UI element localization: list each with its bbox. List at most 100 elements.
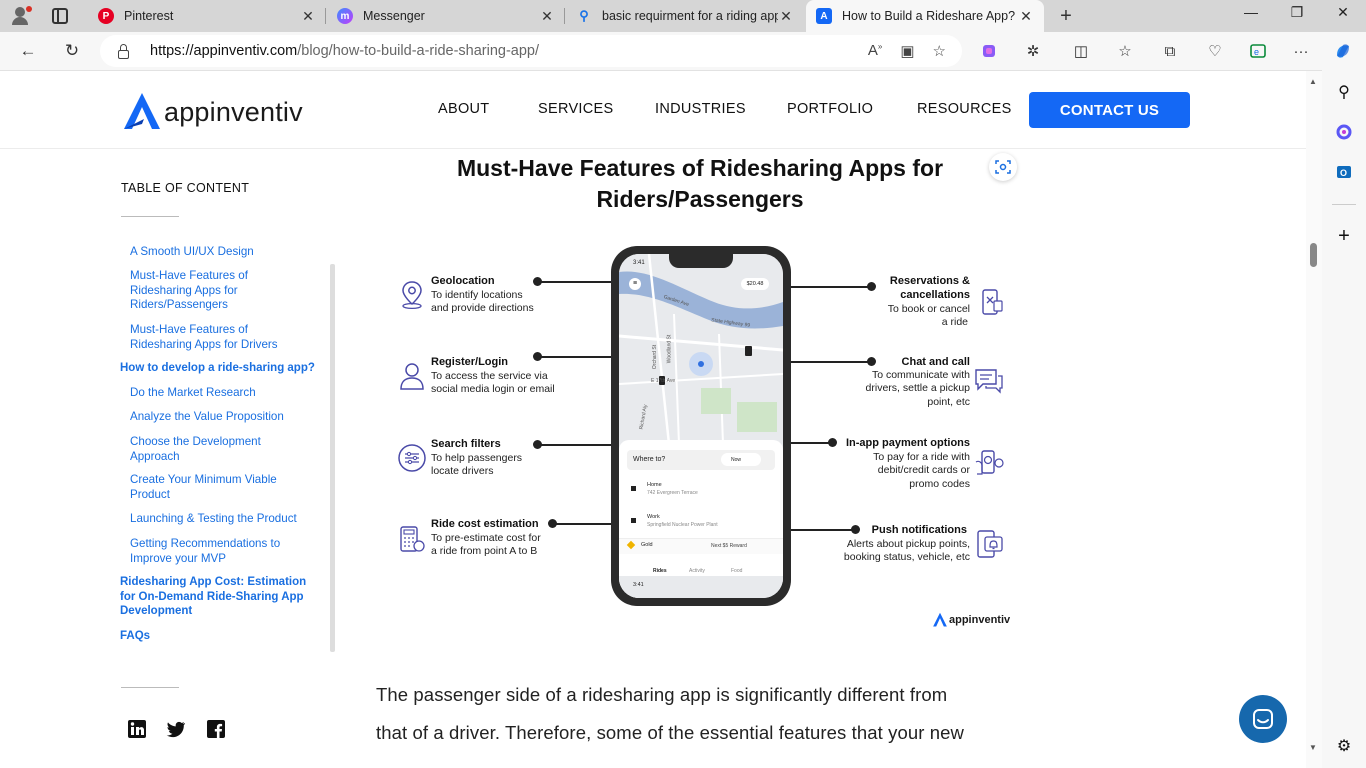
favorites-icon[interactable]: ☆ (1115, 41, 1135, 61)
add-sidebar-app-icon[interactable]: + (1334, 225, 1354, 247)
search-icon[interactable]: ⚲ (1334, 82, 1354, 102)
toc-link[interactable]: Analyze the Value Proposition (130, 410, 320, 425)
work-label: Work (647, 514, 660, 520)
outlook-sidebar-icon[interactable]: e (1248, 41, 1268, 61)
user-icon (400, 363, 424, 390)
immersive-reader-icon[interactable]: ▣ (900, 42, 914, 60)
outlook-icon[interactable]: O (1334, 162, 1354, 182)
nav-portfolio[interactable]: PORTFOLIO (787, 101, 873, 117)
chat-widget-button[interactable] (1239, 695, 1287, 743)
feature-desc: To book or cancel (887, 303, 970, 315)
nav-industries[interactable]: INDUSTRIES (655, 101, 746, 117)
feature-desc: and provide directions (431, 302, 534, 314)
sidebar-settings-icon[interactable]: ⚙ (1334, 736, 1354, 756)
nav-resources[interactable]: RESOURCES (917, 101, 1012, 117)
feature-desc: point, etc (927, 396, 970, 408)
toc-link[interactable]: A Smooth UI/UX Design (130, 245, 320, 260)
copilot-icon[interactable] (1333, 41, 1353, 61)
scroll-thumb[interactable] (1310, 243, 1317, 267)
phone-time: 3:41 (633, 582, 644, 588)
page-scrollbar[interactable]: ▲ ▼ (1306, 71, 1322, 768)
back-button[interactable]: ← (17, 40, 39, 62)
appinventiv-logo-icon (124, 93, 160, 129)
toc-link[interactable]: Choose the Development Approach (130, 435, 280, 464)
close-tab-icon[interactable]: ✕ (300, 8, 316, 25)
toc-link[interactable]: Launching & Testing the Product (130, 512, 320, 527)
restore-button[interactable]: ❐ (1274, 4, 1320, 21)
feature-desc: locate drivers (431, 465, 494, 477)
feature-desc: debit/credit cards or (877, 464, 970, 476)
calendar-cancel-icon (982, 289, 1003, 315)
toc-link[interactable]: Do the Market Research (130, 386, 320, 401)
extensions-icon[interactable]: ✲ (1023, 41, 1043, 61)
profile-avatar-icon[interactable] (10, 6, 32, 26)
toc-link[interactable]: Must-Have Features of Ridesharing Apps f… (130, 269, 280, 313)
close-tab-icon[interactable]: ✕ (778, 8, 794, 25)
logo-text: appinventiv (164, 96, 303, 127)
now-label: Now (731, 457, 742, 463)
nav-services[interactable]: SERVICES (538, 101, 613, 117)
contact-us-button[interactable]: CONTACT US (1029, 92, 1190, 128)
appinventiv-logo-icon (933, 612, 947, 627)
location-pin-icon (402, 281, 422, 310)
street-label: Woodland St (666, 334, 673, 364)
scroll-down-icon[interactable]: ▼ (1309, 743, 1317, 752)
feature-desc: promo codes (909, 478, 970, 490)
tab-title: basic requirment for a riding app (602, 9, 778, 23)
visual-search-icon[interactable] (989, 153, 1017, 181)
facebook-icon[interactable] (206, 719, 226, 739)
feature-title: cancellations (900, 289, 970, 301)
feature-title: Geolocation (431, 275, 495, 287)
feature-desc: To help passengers (431, 452, 523, 464)
feature-desc: To communicate with (871, 369, 970, 381)
copilot-extension-icon[interactable] (979, 41, 999, 61)
copilot-sidebar-icon[interactable] (1334, 122, 1354, 142)
toc-link[interactable]: Getting Recommendations to Improve your … (130, 537, 295, 566)
tab-search[interactable]: ⚲ basic requirment for a riding app ✕ (566, 0, 804, 32)
toc-divider (121, 216, 179, 217)
address-bar[interactable]: https://appinventiv.com/blog/how-to-buil… (100, 35, 962, 67)
home-label: Home (647, 482, 662, 488)
phone-notch (669, 254, 733, 268)
calculator-icon (400, 526, 425, 552)
chat-bubbles-icon (975, 369, 1003, 394)
tab-pinterest[interactable]: P Pinterest ✕ (88, 0, 326, 32)
home-icon (631, 486, 636, 491)
toc-title: TABLE OF CONTENT (121, 181, 250, 195)
new-tab-button[interactable]: + (1056, 5, 1076, 28)
tab-messenger[interactable]: m Messenger ✕ (327, 0, 565, 32)
favorite-star-icon[interactable]: ☆ (933, 42, 946, 60)
refresh-button[interactable]: ↻ (61, 40, 83, 62)
toc-link[interactable]: How to develop a ride-sharing app? (120, 361, 320, 376)
twitter-icon[interactable] (166, 719, 186, 739)
toc-link[interactable]: Ridesharing App Cost: Estimation for On-… (120, 575, 320, 619)
feature-desc: a ride (941, 316, 968, 328)
toc-scrollbar[interactable] (330, 264, 335, 652)
tab-appinventiv[interactable]: A How to Build a Rideshare App? F ✕ (806, 0, 1044, 32)
read-aloud-icon[interactable]: A» (868, 42, 882, 60)
close-tab-icon[interactable]: ✕ (539, 8, 555, 25)
close-window-button[interactable]: ✕ (1320, 4, 1366, 21)
site-header: appinventiv ABOUT SERVICES INDUSTRIES PO… (0, 71, 1306, 149)
feature-desc: social media login or email (431, 383, 555, 395)
browser-essentials-icon[interactable]: ♡ (1205, 41, 1225, 61)
pinterest-icon: P (98, 8, 114, 24)
sidebar-divider (1332, 204, 1356, 205)
toc-link[interactable]: Create Your Minimum Viable Product (130, 473, 290, 502)
page-viewport[interactable]: appinventiv ABOUT SERVICES INDUSTRIES PO… (0, 70, 1322, 768)
collections-icon[interactable]: ⧉ (1160, 41, 1180, 61)
toc-link[interactable]: Must-Have Features of Ridesharing Apps f… (130, 323, 300, 352)
appinventiv-logo[interactable]: appinventiv (122, 91, 303, 133)
menu-icon: ≡ (629, 278, 641, 290)
nav-about[interactable]: ABOUT (438, 101, 489, 117)
split-screen-icon[interactable]: ◫ (1071, 41, 1091, 61)
toc-link[interactable]: FAQs (120, 629, 310, 644)
linkedin-icon[interactable] (127, 719, 147, 739)
lock-icon[interactable] (118, 43, 129, 59)
feature-desc: Alerts about pickup points, (846, 538, 970, 550)
scroll-up-icon[interactable]: ▲ (1309, 77, 1317, 86)
minimize-button[interactable]: — (1228, 4, 1274, 20)
close-tab-icon[interactable]: ✕ (1018, 8, 1034, 25)
more-menu-icon[interactable]: ··· (1291, 41, 1311, 61)
tab-actions-icon[interactable] (52, 8, 68, 24)
